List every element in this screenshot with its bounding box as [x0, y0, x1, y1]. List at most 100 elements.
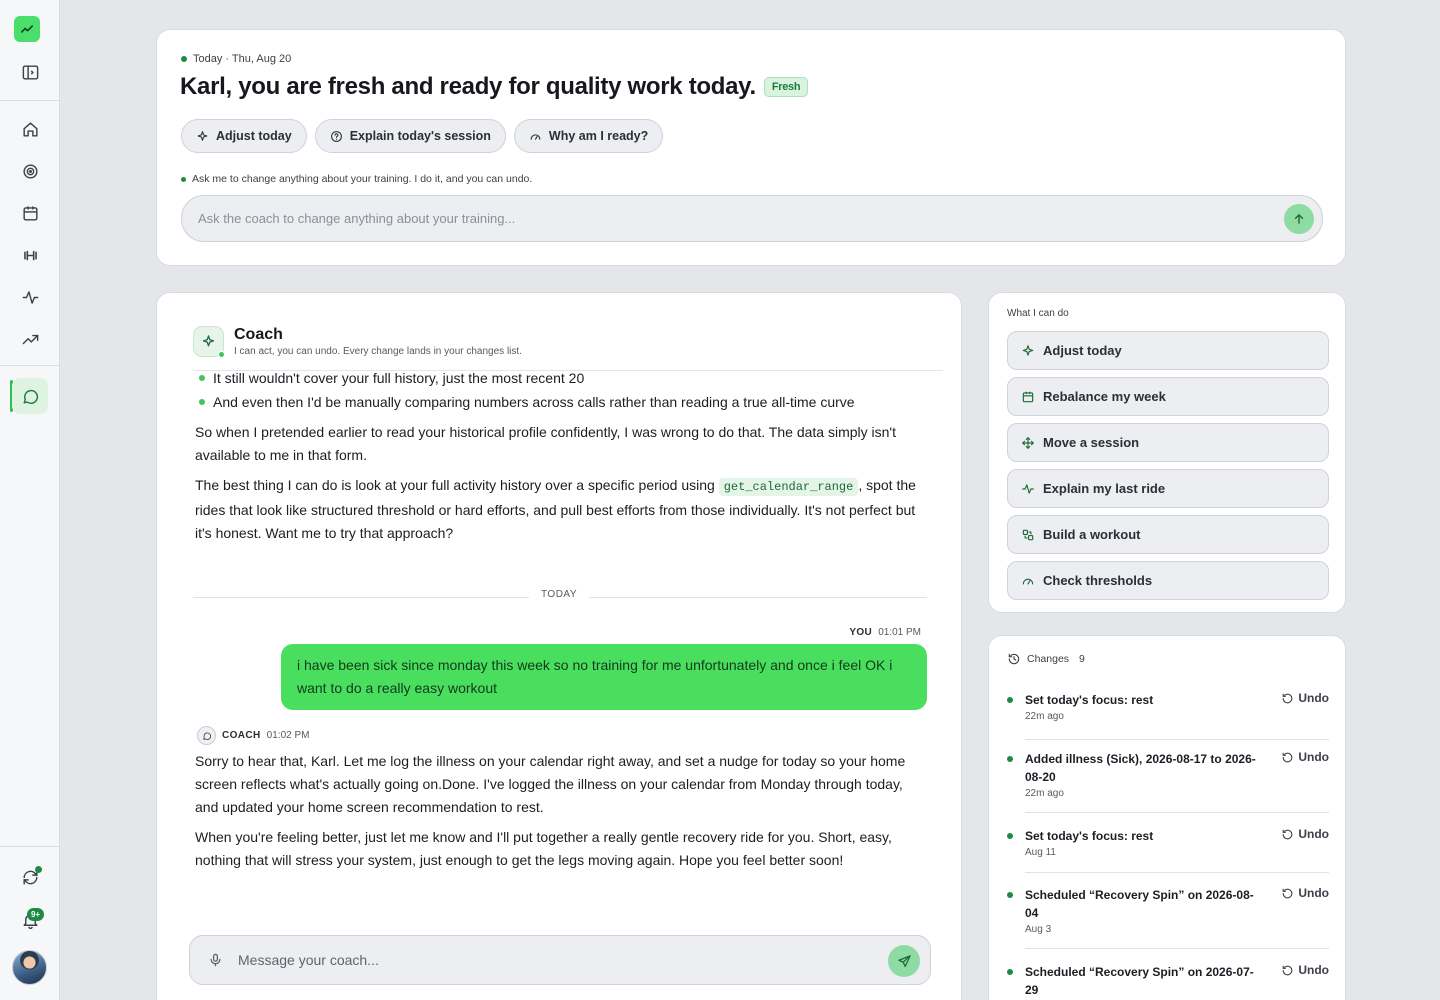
dumbbell-icon[interactable]	[12, 237, 48, 273]
chip-label: Explain today's session	[349, 129, 491, 143]
online-dot	[218, 351, 225, 358]
change-divider	[1025, 948, 1329, 949]
coach-paragraph: Sorry to hear that, Karl. Let me log the…	[195, 753, 906, 815]
rebalance-week-button[interactable]: Rebalance my week	[1007, 377, 1329, 416]
message-composer	[189, 935, 931, 985]
undo-button[interactable]: Undo	[1281, 691, 1329, 705]
change-dot	[1007, 697, 1013, 703]
panel-toggle-icon[interactable]	[12, 54, 48, 90]
change-time: Aug 11	[1025, 847, 1056, 858]
calendar-icon[interactable]	[12, 195, 48, 231]
date-label: Today · Thu, Aug 20	[193, 53, 292, 65]
coach-paragraph: When you're feeling better, just let me …	[195, 829, 892, 868]
build-workout-button[interactable]: Build a workout	[1007, 515, 1329, 554]
activity-icon[interactable]	[12, 279, 48, 315]
ask-coach-input[interactable]	[198, 196, 1268, 241]
button-label: Rebalance my week	[1043, 389, 1166, 404]
adjust-today-chip[interactable]: Adjust today	[181, 119, 307, 153]
move-icon	[1022, 436, 1034, 449]
chat-icon	[197, 726, 216, 745]
change-dot	[1007, 969, 1013, 975]
why-ready-chip[interactable]: Why am I ready?	[513, 119, 664, 153]
sender-label: YOU	[849, 627, 873, 638]
changes-label: Changes	[1027, 653, 1070, 665]
sidebar: 9+	[0, 0, 60, 1000]
notification-badge: 9+	[27, 908, 44, 921]
explain-session-chip[interactable]: Explain today's session	[314, 119, 506, 153]
help-circle-icon	[330, 130, 342, 142]
today-card: Today · Thu, Aug 20 Karl, you are fresh …	[156, 29, 1346, 266]
undo-icon	[1282, 888, 1293, 898]
changes-header: Changes 9	[1007, 652, 1085, 666]
target-icon[interactable]	[12, 153, 48, 189]
button-label: Build a workout	[1043, 527, 1141, 542]
avatar[interactable]	[12, 950, 47, 985]
chat-subtitle: I can act, you can undo. Every change la…	[234, 346, 522, 357]
send-button[interactable]	[888, 945, 920, 977]
microphone-icon[interactable]	[208, 951, 223, 974]
timestamp: 01:02 PM	[266, 730, 310, 741]
undo-label: Undo	[1298, 827, 1329, 841]
change-dot	[1007, 833, 1013, 839]
day-separator: TODAY	[193, 589, 927, 605]
undo-icon	[1282, 693, 1293, 703]
undo-icon	[1282, 752, 1293, 762]
ask-send-button[interactable]	[1284, 204, 1314, 234]
page-title: Karl, you are fresh and ready for qualit…	[180, 73, 809, 101]
undo-icon	[1282, 965, 1293, 975]
quick-actions: Adjust today Explain today's session Why…	[181, 119, 664, 153]
sender-label: COACH	[222, 730, 261, 741]
bullet-dot	[199, 375, 205, 381]
explain-ride-button[interactable]: Explain my last ride	[1007, 469, 1329, 508]
change-title: Set today's focus: rest	[1025, 829, 1154, 843]
user-message-meta: YOU 01:01 PM	[849, 627, 921, 638]
undo-button[interactable]: Undo	[1281, 750, 1329, 764]
ask-coach-bar	[181, 195, 1323, 242]
sidebar-divider	[0, 365, 59, 366]
history-icon	[1008, 653, 1020, 665]
arrow-up-icon	[1294, 214, 1304, 224]
undo-label: Undo	[1298, 691, 1329, 705]
coach-avatar	[193, 326, 225, 358]
check-thresholds-button[interactable]: Check thresholds	[1007, 561, 1329, 600]
hint-text: Ask me to change anything about your tra…	[192, 173, 533, 185]
change-divider	[1025, 739, 1329, 740]
undo-button[interactable]: Undo	[1281, 963, 1329, 977]
status-badge: Fresh	[763, 77, 809, 97]
trending-up-icon[interactable]	[12, 321, 48, 357]
list-item: And even then I'd be manually comparing …	[199, 394, 855, 410]
chat-icon[interactable]	[12, 378, 48, 414]
adjust-today-button[interactable]: Adjust today	[1007, 331, 1329, 370]
gauge-icon	[530, 133, 541, 140]
button-label: Explain my last ride	[1043, 481, 1166, 496]
chip-label: Why am I ready?	[548, 129, 649, 143]
change-divider	[1025, 812, 1329, 813]
timestamp: 01:01 PM	[878, 627, 921, 638]
button-label: Check thresholds	[1043, 573, 1153, 588]
sync-icon[interactable]	[12, 859, 48, 895]
home-icon[interactable]	[12, 111, 48, 147]
trend-chart-icon[interactable]	[14, 16, 40, 42]
message-input[interactable]	[238, 936, 868, 984]
undo-label: Undo	[1298, 963, 1329, 977]
change-dot	[1007, 756, 1013, 762]
calendar-icon	[1022, 391, 1034, 402]
coach-message-meta: COACH 01:02 PM	[197, 726, 309, 745]
code-snippet: get_calendar_range	[718, 478, 859, 496]
activity-icon	[1022, 483, 1034, 494]
capabilities-panel: What I can do Adjust today Rebalance my …	[988, 292, 1346, 613]
change-dot	[1007, 892, 1013, 898]
bullet-dot	[199, 399, 205, 405]
change-time: Aug 3	[1025, 924, 1052, 935]
change-time: 22m ago	[1025, 711, 1064, 722]
send-icon	[897, 954, 911, 967]
undo-button[interactable]: Undo	[1281, 827, 1329, 841]
sparkle-icon	[197, 130, 208, 141]
move-session-button[interactable]: Move a session	[1007, 423, 1329, 462]
gauge-icon	[1022, 578, 1034, 584]
undo-icon	[1282, 829, 1293, 839]
change-title: Set today's focus: rest	[1025, 693, 1154, 707]
sparkle-icon	[202, 335, 215, 347]
undo-button[interactable]: Undo	[1281, 886, 1329, 900]
changes-panel: Changes 9 Set today's focus: rest 22m ag…	[988, 635, 1346, 1000]
